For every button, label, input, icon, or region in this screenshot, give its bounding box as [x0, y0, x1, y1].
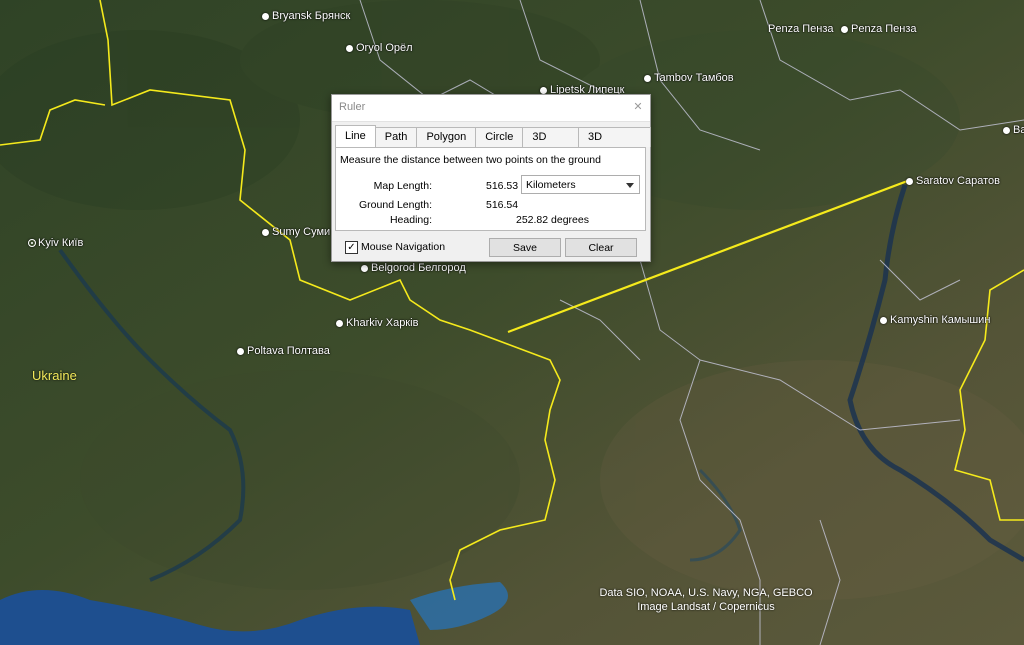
city-label: Kamyshin Камышин — [890, 314, 991, 326]
city-marker-icon — [841, 25, 848, 33]
city-label: Kharkiv Харків — [346, 317, 419, 329]
attribution-imagery: Image Landsat / Copernicus — [637, 601, 775, 613]
save-button[interactable]: Save — [489, 238, 561, 257]
city-marker-icon — [346, 44, 353, 52]
map-attribution: Data SIO, NOAA, U.S. Navy, NGA, GEBCO Im… — [586, 586, 826, 614]
unit-select-value: Kilometers — [526, 179, 576, 191]
ruler-footer: ✓ Mouse Navigation Save Clear — [332, 235, 650, 259]
city-label: Poltava Полтава — [247, 345, 330, 357]
ground-length-label: Ground Length: — [359, 199, 432, 211]
close-icon[interactable]: ✕ — [632, 101, 644, 113]
city-label: Penza Пенза — [851, 23, 917, 35]
ruler-description: Measure the distance between two points … — [340, 154, 601, 166]
tab-line[interactable]: Line — [335, 125, 376, 147]
attribution-data: Data SIO, NOAA, U.S. Navy, NGA, GEBCO — [599, 587, 813, 599]
heading-label: Heading: — [389, 214, 432, 226]
city-kamyshin[interactable]: Kamyshin Камышин — [880, 314, 990, 326]
city-penza[interactable]: Penza Пенза — [768, 23, 834, 35]
ruler-titlebar[interactable]: Ruler ✕ — [332, 95, 650, 122]
tab-3d-path[interactable]: 3D path — [522, 127, 580, 162]
city-label: Bryansk Брянск — [272, 10, 351, 22]
city-bryansk[interactable]: Bryansk Брянск — [262, 10, 350, 22]
ground-length-value: 516.54 — [486, 199, 519, 211]
city-marker-icon — [361, 264, 368, 272]
tab-path[interactable]: Path — [374, 127, 418, 147]
city-marker-icon — [1003, 126, 1010, 134]
mouse-navigation-label[interactable]: Mouse Navigation — [361, 241, 445, 253]
city-belgorod[interactable]: Belgorod Белгород — [361, 262, 466, 274]
city-kharkiv[interactable]: Kharkiv Харків — [336, 317, 418, 329]
city-label: Kyiv Київ — [38, 237, 84, 249]
clear-button[interactable]: Clear — [565, 238, 637, 257]
city-label: Sumy Суми — [272, 226, 331, 238]
ruler-title: Ruler — [339, 101, 366, 113]
city-marker-icon — [644, 74, 651, 82]
map-length-label: Map Length: — [373, 180, 432, 192]
country-label-ukraine: Ukraine — [32, 368, 77, 383]
chevron-down-icon — [626, 183, 634, 188]
city-partial-edge[interactable]: Ва — [1003, 124, 1024, 136]
city-marker-icon — [262, 12, 269, 20]
unit-select[interactable]: Kilometers — [521, 175, 640, 194]
ruler-dialog: Ruler ✕ Line Path Polygon Circle 3D path… — [331, 94, 651, 262]
mouse-navigation-checkbox[interactable]: ✓ — [345, 241, 358, 254]
city-marker-icon — [237, 347, 244, 355]
tab-polygon[interactable]: Polygon — [416, 127, 477, 147]
city-penza-2[interactable]: Penza Пенза — [841, 23, 917, 35]
city-label: Saratov Саратов — [916, 175, 1001, 187]
tab-circle[interactable]: Circle — [475, 127, 524, 147]
city-kyiv[interactable]: Kyiv Київ — [28, 237, 83, 249]
city-label: Ва — [1013, 124, 1024, 136]
city-marker-icon — [336, 319, 343, 327]
city-label: Tambov Тамбов — [654, 72, 734, 84]
city-saratov[interactable]: Saratov Саратов — [906, 175, 1000, 187]
line-tab-panel: Measure the distance between two points … — [335, 147, 646, 231]
city-marker-icon — [540, 86, 547, 94]
city-label: Oryol Орёл — [356, 42, 413, 54]
city-marker-icon — [880, 316, 887, 324]
city-marker-icon — [262, 228, 269, 236]
heading-value: 252.82 degrees — [516, 214, 589, 226]
city-label: Penza Пенза — [768, 23, 834, 35]
city-marker-icon — [906, 177, 913, 185]
city-poltava[interactable]: Poltava Полтава — [237, 345, 330, 357]
capital-marker-icon — [28, 239, 36, 247]
ruler-tabs: Line Path Polygon Circle 3D path 3D poly… — [335, 125, 651, 162]
city-oryol[interactable]: Oryol Орёл — [346, 42, 413, 54]
map-length-value: 516.53 — [486, 180, 519, 192]
city-label: Belgorod Белгород — [371, 262, 466, 274]
city-sumy[interactable]: Sumy Суми — [262, 226, 330, 238]
city-tambov[interactable]: Tambov Тамбов — [644, 72, 734, 84]
tab-3d-polygon[interactable]: 3D polygon — [578, 127, 651, 162]
